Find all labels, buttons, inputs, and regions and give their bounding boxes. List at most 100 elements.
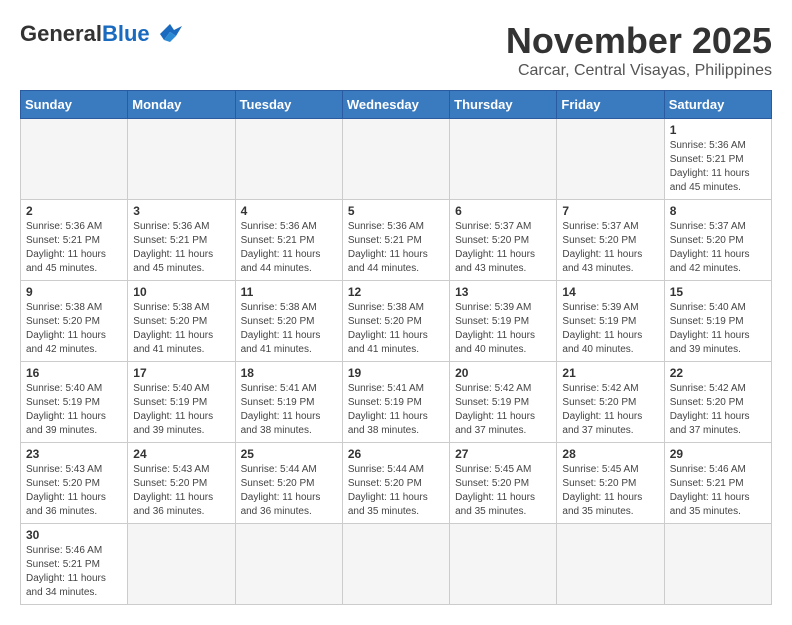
day-info: Sunrise: 5:46 AMSunset: 5:21 PMDaylight:…	[670, 463, 766, 519]
col-header-wednesday: Wednesday	[342, 91, 449, 119]
day-info: Sunrise: 5:38 AMSunset: 5:20 PMDaylight:…	[26, 301, 122, 357]
day-info: Sunrise: 5:42 AMSunset: 5:20 PMDaylight:…	[562, 382, 658, 438]
calendar-cell: 27 Sunrise: 5:45 AMSunset: 5:20 PMDayligh…	[450, 443, 557, 524]
day-info: Sunrise: 5:37 AMSunset: 5:20 PMDaylight:…	[455, 220, 551, 276]
day-number: 21	[562, 366, 658, 380]
calendar-cell: 21 Sunrise: 5:42 AMSunset: 5:20 PMDayligh…	[557, 362, 664, 443]
col-header-saturday: Saturday	[664, 91, 771, 119]
calendar-cell: 24 Sunrise: 5:43 AMSunset: 5:20 PMDayligh…	[128, 443, 235, 524]
logo-general: General	[20, 21, 102, 46]
day-number: 22	[670, 366, 766, 380]
day-info: Sunrise: 5:40 AMSunset: 5:19 PMDaylight:…	[133, 382, 229, 438]
calendar-cell	[21, 119, 128, 200]
day-number: 12	[348, 285, 444, 299]
title-area: November 2025 Carcar, Central Visayas, P…	[506, 20, 772, 80]
calendar-cell	[235, 524, 342, 605]
calendar-cell	[557, 119, 664, 200]
day-info: Sunrise: 5:36 AMSunset: 5:21 PMDaylight:…	[133, 220, 229, 276]
logo-text: GeneralBlue	[20, 23, 150, 45]
calendar-cell: 8 Sunrise: 5:37 AMSunset: 5:20 PMDaylight…	[664, 200, 771, 281]
day-number: 29	[670, 447, 766, 461]
day-number: 23	[26, 447, 122, 461]
day-number: 10	[133, 285, 229, 299]
calendar-cell: 4Sunrise: 5:36 AMSunset: 5:21 PMDaylight…	[235, 200, 342, 281]
calendar-cell: 9 Sunrise: 5:38 AMSunset: 5:20 PMDaylight…	[21, 281, 128, 362]
day-number: 30	[26, 528, 122, 542]
day-info: Sunrise: 5:43 AMSunset: 5:20 PMDaylight:…	[26, 463, 122, 519]
calendar-cell: 6Sunrise: 5:37 AMSunset: 5:20 PMDaylight…	[450, 200, 557, 281]
day-number: 20	[455, 366, 551, 380]
day-number: 19	[348, 366, 444, 380]
col-header-sunday: Sunday	[21, 91, 128, 119]
calendar-cell: 20 Sunrise: 5:42 AMSunset: 5:19 PMDayligh…	[450, 362, 557, 443]
day-number: 24	[133, 447, 229, 461]
day-number: 8	[670, 204, 766, 218]
calendar-cell: 25 Sunrise: 5:44 AMSunset: 5:20 PMDayligh…	[235, 443, 342, 524]
day-info: Sunrise: 5:38 AMSunset: 5:20 PMDaylight:…	[133, 301, 229, 357]
calendar-cell: 12 Sunrise: 5:38 AMSunset: 5:20 PMDayligh…	[342, 281, 449, 362]
day-info: Sunrise: 5:43 AMSunset: 5:20 PMDaylight:…	[133, 463, 229, 519]
day-info: Sunrise: 5:36 AMSunset: 5:21 PMDaylight:…	[26, 220, 122, 276]
calendar-cell: 5 Sunrise: 5:36 AMSunset: 5:21 PMDaylight…	[342, 200, 449, 281]
day-info: Sunrise: 5:40 AMSunset: 5:19 PMDaylight:…	[670, 301, 766, 357]
calendar-cell: 19 Sunrise: 5:41 AMSunset: 5:19 PMDayligh…	[342, 362, 449, 443]
calendar-cell	[128, 119, 235, 200]
calendar-cell: 15 Sunrise: 5:40 AMSunset: 5:19 PMDayligh…	[664, 281, 771, 362]
day-info: Sunrise: 5:38 AMSunset: 5:20 PMDaylight:…	[241, 301, 337, 357]
day-info: Sunrise: 5:37 AMSunset: 5:20 PMDaylight:…	[670, 220, 766, 276]
day-number: 15	[670, 285, 766, 299]
week-row-5: 23 Sunrise: 5:43 AMSunset: 5:20 PMDayligh…	[21, 443, 772, 524]
day-number: 5	[348, 204, 444, 218]
calendar-cell: 26Sunrise: 5:44 AMSunset: 5:20 PMDayligh…	[342, 443, 449, 524]
day-number: 25	[241, 447, 337, 461]
day-info: Sunrise: 5:39 AMSunset: 5:19 PMDaylight:…	[562, 301, 658, 357]
day-number: 3	[133, 204, 229, 218]
day-number: 28	[562, 447, 658, 461]
day-number: 13	[455, 285, 551, 299]
day-number: 9	[26, 285, 122, 299]
week-row-6: 30 Sunrise: 5:46 AMSunset: 5:21 PMDayligh…	[21, 524, 772, 605]
calendar-cell: 11Sunrise: 5:38 AMSunset: 5:20 PMDayligh…	[235, 281, 342, 362]
day-number: 1	[670, 123, 766, 137]
calendar-cell	[450, 119, 557, 200]
day-number: 2	[26, 204, 122, 218]
week-row-1: 1Sunrise: 5:36 AMSunset: 5:21 PMDaylight…	[21, 119, 772, 200]
logo-area: GeneralBlue	[20, 20, 188, 48]
calendar-cell: 22 Sunrise: 5:42 AMSunset: 5:20 PMDayligh…	[664, 362, 771, 443]
day-info: Sunrise: 5:41 AMSunset: 5:19 PMDaylight:…	[348, 382, 444, 438]
week-row-2: 2 Sunrise: 5:36 AMSunset: 5:21 PMDaylight…	[21, 200, 772, 281]
day-info: Sunrise: 5:42 AMSunset: 5:20 PMDaylight:…	[670, 382, 766, 438]
calendar-cell	[664, 524, 771, 605]
logo-bird-icon	[152, 20, 188, 48]
calendar-cell: 30 Sunrise: 5:46 AMSunset: 5:21 PMDayligh…	[21, 524, 128, 605]
col-header-thursday: Thursday	[450, 91, 557, 119]
day-number: 7	[562, 204, 658, 218]
day-info: Sunrise: 5:42 AMSunset: 5:19 PMDaylight:…	[455, 382, 551, 438]
day-info: Sunrise: 5:39 AMSunset: 5:19 PMDaylight:…	[455, 301, 551, 357]
calendar-cell	[235, 119, 342, 200]
calendar-cell: 10 Sunrise: 5:38 AMSunset: 5:20 PMDayligh…	[128, 281, 235, 362]
day-info: Sunrise: 5:41 AMSunset: 5:19 PMDaylight:…	[241, 382, 337, 438]
logo-blue: Blue	[102, 21, 150, 46]
calendar-cell: 1Sunrise: 5:36 AMSunset: 5:21 PMDaylight…	[664, 119, 771, 200]
calendar-cell: 2 Sunrise: 5:36 AMSunset: 5:21 PMDaylight…	[21, 200, 128, 281]
calendar-cell: 16Sunrise: 5:40 AMSunset: 5:19 PMDayligh…	[21, 362, 128, 443]
calendar-table: SundayMondayTuesdayWednesdayThursdayFrid…	[20, 90, 772, 605]
calendar-cell: 23 Sunrise: 5:43 AMSunset: 5:20 PMDayligh…	[21, 443, 128, 524]
calendar-cell: 28 Sunrise: 5:45 AMSunset: 5:20 PMDayligh…	[557, 443, 664, 524]
day-info: Sunrise: 5:38 AMSunset: 5:20 PMDaylight:…	[348, 301, 444, 357]
day-info: Sunrise: 5:36 AMSunset: 5:21 PMDaylight:…	[348, 220, 444, 276]
day-number: 17	[133, 366, 229, 380]
day-info: Sunrise: 5:45 AMSunset: 5:20 PMDaylight:…	[455, 463, 551, 519]
day-info: Sunrise: 5:37 AMSunset: 5:20 PMDaylight:…	[562, 220, 658, 276]
week-row-3: 9 Sunrise: 5:38 AMSunset: 5:20 PMDaylight…	[21, 281, 772, 362]
day-info: Sunrise: 5:45 AMSunset: 5:20 PMDaylight:…	[562, 463, 658, 519]
day-number: 27	[455, 447, 551, 461]
calendar-cell: 13 Sunrise: 5:39 AMSunset: 5:19 PMDayligh…	[450, 281, 557, 362]
day-info: Sunrise: 5:40 AMSunset: 5:19 PMDaylight:…	[26, 382, 122, 438]
calendar-cell: 18Sunrise: 5:41 AMSunset: 5:19 PMDayligh…	[235, 362, 342, 443]
calendar-header-row: SundayMondayTuesdayWednesdayThursdayFrid…	[21, 91, 772, 119]
day-info: Sunrise: 5:44 AMSunset: 5:20 PMDaylight:…	[241, 463, 337, 519]
day-info: Sunrise: 5:46 AMSunset: 5:21 PMDaylight:…	[26, 544, 122, 600]
calendar-cell: 29 Sunrise: 5:46 AMSunset: 5:21 PMDayligh…	[664, 443, 771, 524]
